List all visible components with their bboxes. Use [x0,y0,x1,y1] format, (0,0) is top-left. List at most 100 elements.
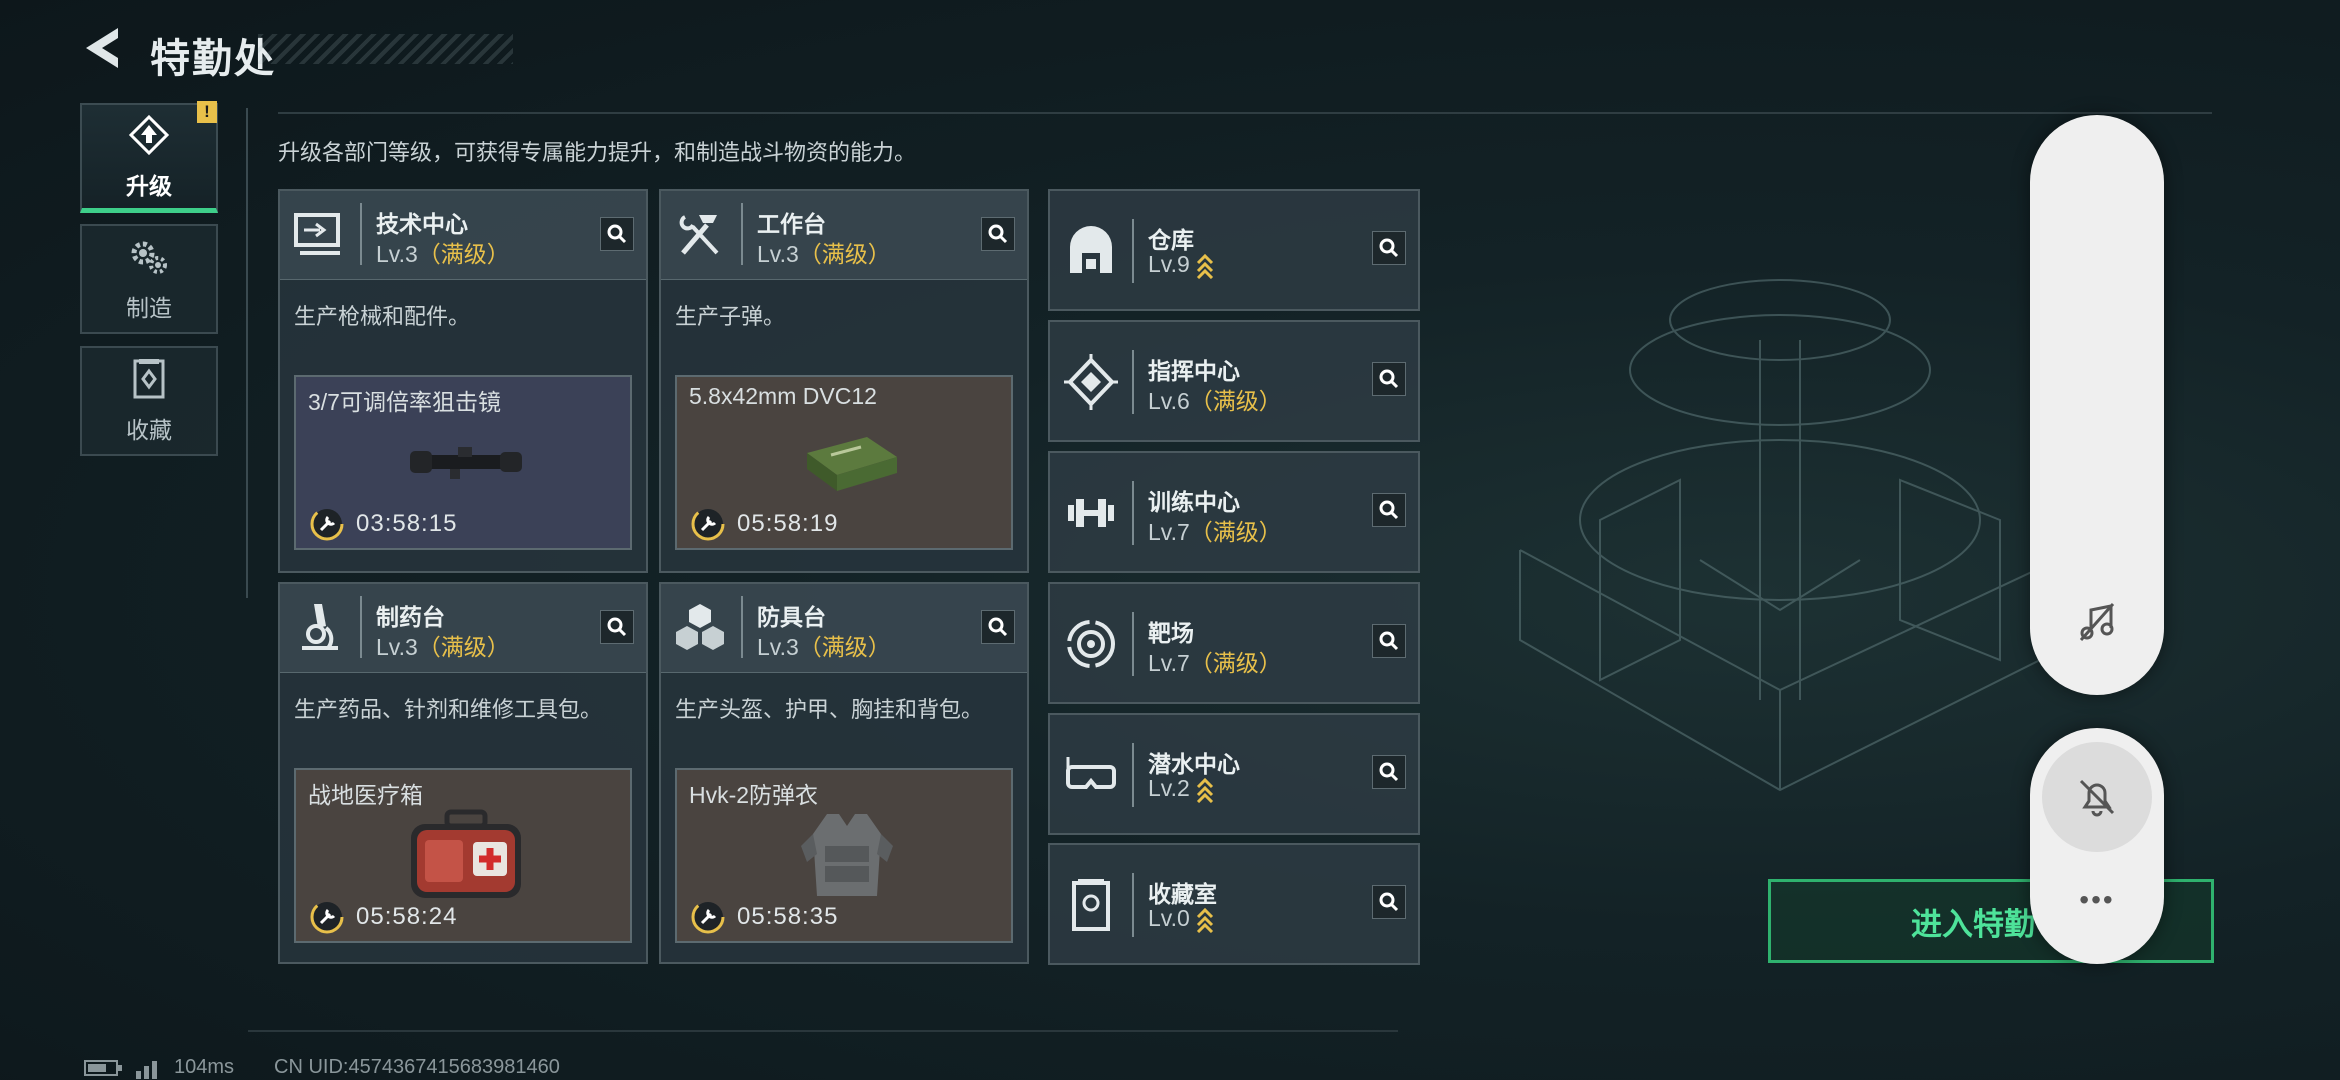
facility-name: 防具台 [757,604,826,630]
magnifier-icon [1379,369,1399,389]
facility-level: Lv.9 [1148,251,1214,279]
timer-value: 05:58:24 [356,903,458,930]
inspect-button[interactable] [1372,755,1406,789]
facility-level: Lv.0 [1148,905,1214,933]
facility-card-command-center[interactable]: 指挥中心 Lv.6（满级） [1048,320,1420,442]
product-name: 战地医疗箱 [308,782,423,808]
magnifier-icon [1379,631,1399,651]
divider [246,108,248,598]
inspect-button[interactable] [600,217,634,251]
wrench-timer-icon [691,900,725,934]
facility-level: Lv.6（满级） [1148,382,1282,416]
facility-name: 制药台 [376,604,445,630]
inspect-button[interactable] [1372,362,1406,396]
facility-level: Lv.7（满级） [1148,644,1282,678]
production-slot[interactable]: 3/7可调倍率狙击镜 03:58:15 [294,375,632,550]
wrench-timer-icon [310,900,344,934]
tools-icon [679,215,719,255]
more-options-button[interactable]: ••• [2030,884,2164,916]
facility-description: 生产头盔、护甲、胸挂和背包。 [675,697,984,722]
card-header: 制药台 Lv.3（满级） [280,584,646,673]
separator [1132,481,1134,545]
facility-card-shooting-range[interactable]: 靶场 Lv.7（满级） [1048,582,1420,704]
level-value: Lv.3 [757,634,799,660]
computer-icon [294,213,340,255]
card-header: 防具台 Lv.3（满级） [661,584,1027,673]
tab-manufacture[interactable]: 制造 [80,224,218,334]
separator [360,203,362,265]
magnifier-icon [1379,238,1399,258]
timer-value: 05:58:19 [737,510,839,537]
inspect-button[interactable] [1372,231,1406,265]
target-icon [1067,620,1115,668]
production-slot[interactable]: 战地医疗箱 05:58:24 [294,768,632,943]
warehouse-icon [1070,226,1112,273]
separator [1132,612,1134,676]
medkit-image [411,809,521,898]
user-uid: CN UID:4574367415683981460 [274,1056,560,1078]
upgrade-available-icon [1196,777,1213,803]
facility-card-collection-room[interactable]: 收藏室 Lv.0 [1048,843,1420,965]
production-slot[interactable]: 5.8x42mm DVC12 05:58:19 [675,375,1013,550]
tab-collection[interactable]: 收藏 [80,346,218,456]
magnifier-icon [1379,762,1399,782]
body-armor-image [801,814,893,896]
facility-name: 靶场 [1148,620,1194,646]
chip-icon [1064,354,1118,410]
music-off-icon[interactable] [2075,600,2119,644]
divider [248,1030,1398,1032]
max-level-label: （满级） [1189,519,1282,545]
separator [741,203,743,265]
facility-card-pharmacy[interactable]: 制药台 Lv.3（满级） 生产药品、针剂和维修工具包。 战地医疗箱 05:58:… [278,582,648,964]
separator [1132,873,1134,937]
facility-card-tech-center[interactable]: 技术中心 Lv.3（满级） 生产枪械和配件。 3/7可调倍率狙击镜 03:58:… [278,189,648,573]
facility-level: Lv.2 [1148,775,1214,803]
production-slot[interactable]: Hvk-2防弹衣 05:58:35 [675,768,1013,943]
mute-notifications-button[interactable] [2042,742,2152,852]
facility-card-diving-center[interactable]: 潜水中心 Lv.2 [1048,713,1420,835]
facility-card-training-center[interactable]: 训练中心 Lv.7（满级） [1048,451,1420,573]
separator [360,596,362,658]
dumbbell-icon [1068,499,1114,527]
max-level-label: （满级） [1189,388,1282,414]
collection-icon [133,359,165,399]
display-case-icon [1072,879,1110,931]
facility-name: 指挥中心 [1148,358,1240,384]
facility-card-armor-bench[interactable]: 防具台 Lv.3（满级） 生产头盔、护甲、胸挂和背包。 Hvk-2防弹衣 05:… [659,582,1029,964]
ammo-box-image [807,437,897,491]
facility-card-workbench[interactable]: 工作台 Lv.3（满级） 生产子弹。 5.8x42mm DVC12 05:58:… [659,189,1029,573]
inspect-button[interactable] [1372,493,1406,527]
max-level-label: （满级） [417,241,510,267]
inspect-button[interactable] [981,610,1015,644]
max-level-label: （满级） [1189,650,1282,676]
inspect-button[interactable] [981,217,1015,251]
inspect-button[interactable] [1372,624,1406,658]
max-level-label: （满级） [798,634,891,660]
facility-description: 生产枪械和配件。 [294,304,471,329]
separator [1132,219,1134,283]
level-value: Lv.3 [757,241,799,267]
facility-card-warehouse[interactable]: 仓库 Lv.9 [1048,189,1420,311]
inspect-button[interactable] [1372,885,1406,919]
battery-icon [84,1059,122,1076]
separator [741,596,743,658]
level-value: Lv.7 [1148,650,1190,676]
level-value: Lv.3 [376,241,418,267]
facility-level: Lv.3（满级） [376,628,510,662]
inspect-button[interactable] [600,610,634,644]
product-name: 5.8x42mm DVC12 [689,383,877,409]
separator [1132,350,1134,414]
diving-mask-icon [1066,757,1116,789]
floating-panel [2030,115,2164,695]
tab-label: 制造 [126,295,172,321]
facility-name: 仓库 [1148,227,1194,253]
gears-icon [131,241,167,274]
facility-level: Lv.3（满级） [757,235,891,269]
magnifier-icon [988,617,1008,637]
production-timer: 05:58:24 [310,900,457,934]
back-button[interactable] [78,22,130,74]
description-text: 升级各部门等级，可获得专属能力提升，和制造战斗物资的能力。 [278,140,917,165]
card-header: 技术中心 Lv.3（满级） [280,191,646,280]
production-timer: 05:58:35 [691,900,838,934]
tab-label: 升级 [126,172,172,199]
